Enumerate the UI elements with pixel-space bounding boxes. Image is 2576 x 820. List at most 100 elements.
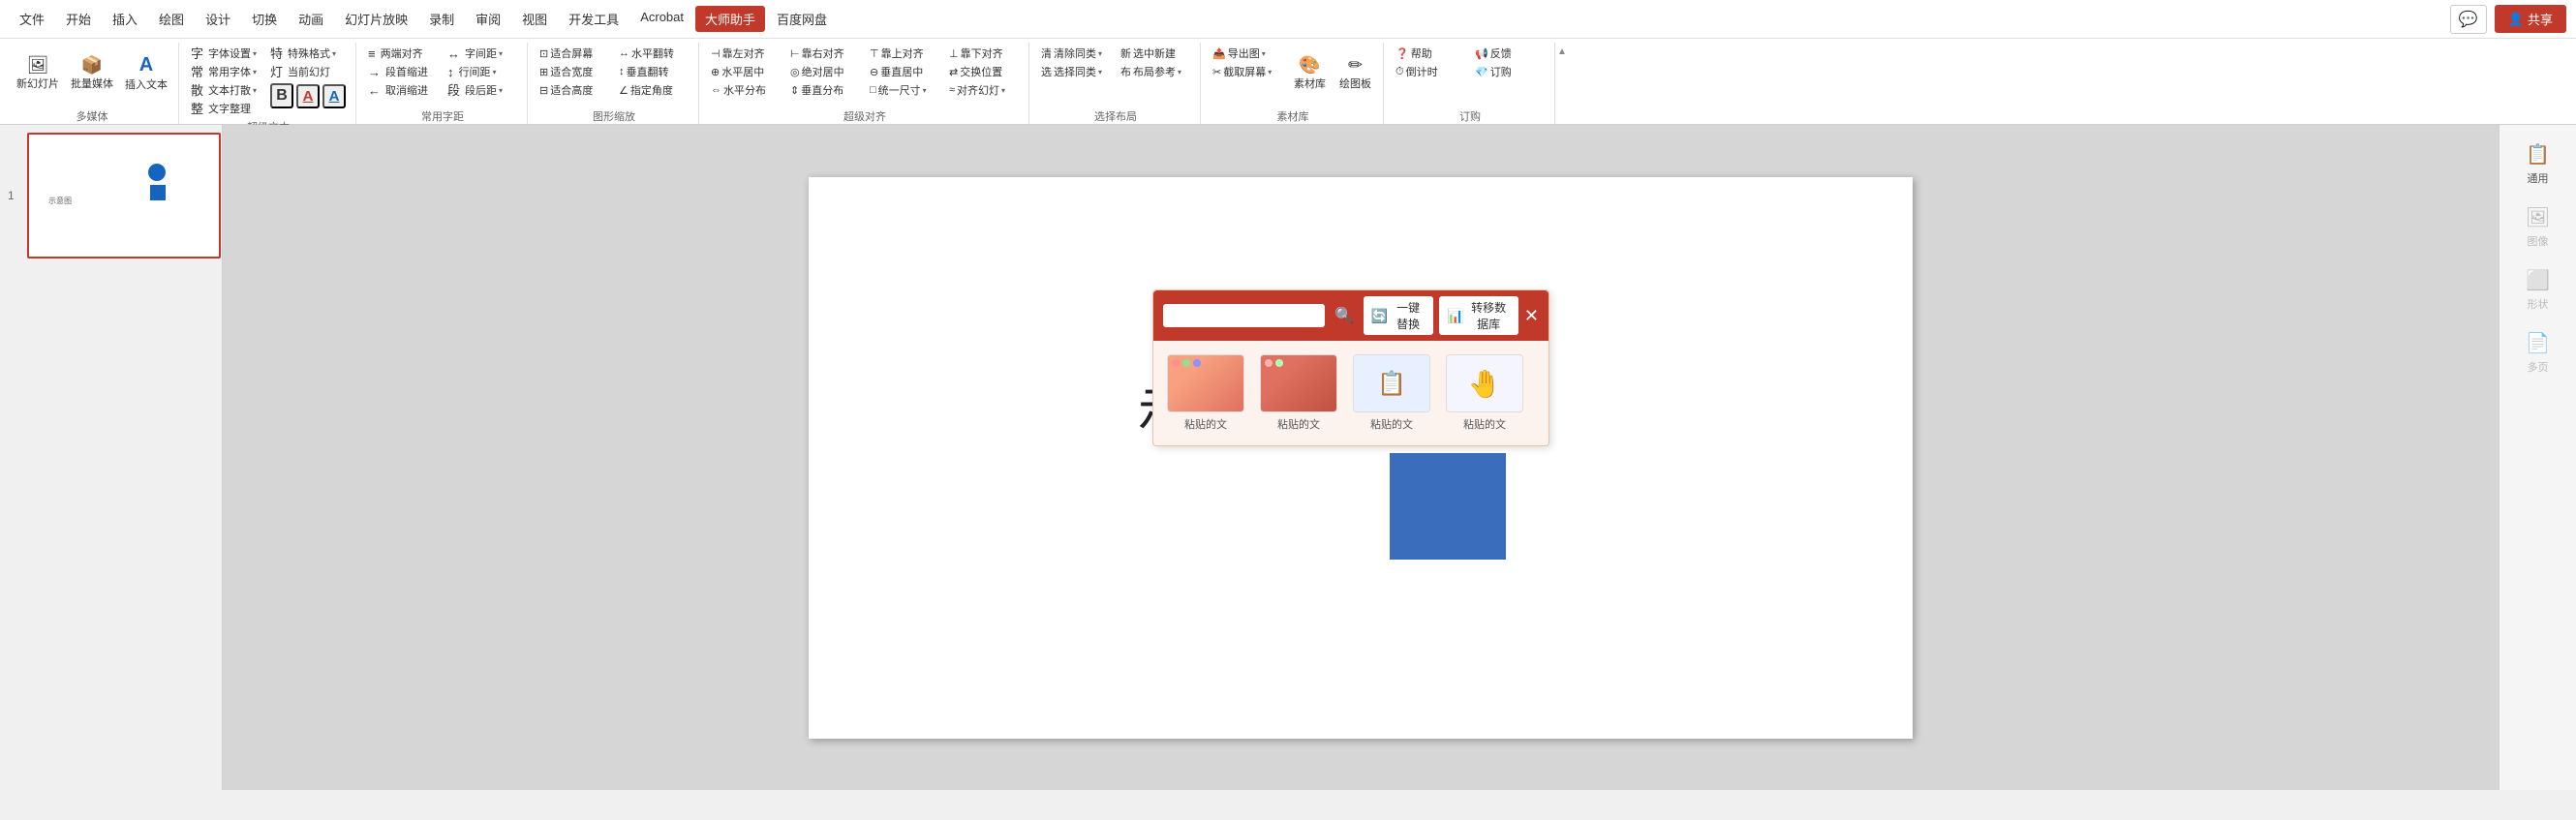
help-btn[interactable]: ❓ 帮助 — [1392, 45, 1469, 62]
indent-dec-btn[interactable]: ← 取消缩进 — [364, 81, 442, 99]
para-spacing-btn[interactable]: 段 段后距 ▾ — [444, 81, 521, 99]
color-blue-button[interactable]: A — [322, 84, 346, 108]
menu-review[interactable]: 审阅 — [466, 6, 510, 32]
paste-item-3[interactable]: 📋 粘贴的文 — [1349, 350, 1434, 436]
color-red-button[interactable]: A — [296, 84, 320, 108]
v-distribute-btn[interactable]: ⇕ 垂直分布 — [786, 81, 864, 99]
floating-panel: 🔍 🔄 一键替换 📊 转移数据库 ✕ — [1152, 289, 1549, 446]
clear-same-btn[interactable]: 清 清除同类 ▾ — [1037, 45, 1115, 62]
menu-acrobat[interactable]: Acrobat — [630, 6, 693, 32]
menu-home[interactable]: 开始 — [56, 6, 101, 32]
sidebar-item-general[interactable]: 📋 通用 — [2504, 135, 2572, 194]
v-center-label: 垂直居中 — [880, 64, 923, 79]
uniform-size-btn[interactable]: □ 统一尺寸 ▾ — [866, 81, 943, 99]
replace-button[interactable]: 🔄 一键替换 — [1364, 296, 1433, 335]
chat-button[interactable]: 💬 — [2450, 5, 2487, 34]
layout-items: 清 清除同类 ▾ 选 选择同类 ▾ 新 选中新建 — [1037, 43, 1194, 106]
indent-dec-label: 取消缩进 — [385, 82, 428, 98]
fit-screen-btn[interactable]: ⊡ 适合屏幕 — [536, 45, 613, 62]
menu-slideshow[interactable]: 幻灯片放映 — [335, 6, 417, 32]
special-format-btn[interactable]: 特 特殊格式 ▾ — [266, 45, 350, 62]
menu-insert[interactable]: 插入 — [103, 6, 147, 32]
menu-draw[interactable]: 绘图 — [149, 6, 194, 32]
panel-search-input[interactable] — [1163, 304, 1325, 327]
font-setting-btn[interactable]: 字 字体设置 ▾ — [187, 45, 264, 62]
feedback-btn[interactable]: 📢 反馈 — [1471, 45, 1549, 62]
menu-transition[interactable]: 切换 — [242, 6, 287, 32]
bold-button[interactable]: B — [270, 83, 293, 108]
paste-item-2[interactable]: 粘贴的文 — [1256, 350, 1341, 436]
subscribe-btn[interactable]: 💎 订购 — [1471, 63, 1549, 80]
v-center-icon: ⊖ — [870, 66, 878, 78]
font-setting-arrow: ▾ — [253, 49, 257, 58]
paste-item-4[interactable]: 🤚 粘贴的文 — [1442, 350, 1527, 436]
align-bottom-icon: ⊥ — [949, 47, 959, 60]
menu-view[interactable]: 视图 — [512, 6, 557, 32]
angle-icon: ∠ — [619, 84, 629, 97]
new-select-btn[interactable]: 新 选中新建 — [1117, 45, 1194, 62]
fit-width-btn[interactable]: ⊞ 适合宽度 — [536, 63, 613, 80]
align-left-btn[interactable]: ⊣ 靠左对齐 — [707, 45, 784, 62]
sidebar-item-multipage[interactable]: 📄 多页 — [2504, 323, 2572, 382]
menu-baidu[interactable]: 百度网盘 — [767, 6, 837, 32]
slide-panel: 1 示意图 — [0, 125, 223, 790]
common-font-btn[interactable]: 常 常用字体 ▾ — [187, 63, 264, 80]
menu-record[interactable]: 录制 — [419, 6, 464, 32]
h-flip-btn[interactable]: ↔ 水平翻转 — [615, 45, 692, 62]
h-distribute-btn[interactable]: ⇔ 水平分布 — [707, 81, 784, 99]
drawing-board-btn[interactable]: ✏ 绘图板 — [1334, 45, 1377, 103]
menu-file[interactable]: 文件 — [10, 6, 54, 32]
material-lib-btn[interactable]: 🎨 素材库 — [1288, 45, 1332, 103]
v-flip-btn[interactable]: ↕ 垂直翻转 — [615, 63, 692, 80]
text-scatter-btn[interactable]: 散 文本打散 ▾ — [187, 81, 264, 99]
sidebar-item-shape[interactable]: ⬜ 形状 — [2504, 260, 2572, 319]
text-arrange-btn[interactable]: 整 文字整理 — [187, 100, 264, 117]
transfer-button[interactable]: 📊 转移数据库 — [1439, 296, 1518, 335]
slide-thumbnail[interactable]: 示意图 — [27, 133, 221, 258]
justify-btn[interactable]: ≡ 两端对齐 — [364, 45, 442, 62]
current-ppt-btn[interactable]: 灯 当前幻灯 — [266, 63, 350, 80]
scale-items: ⊡ 适合屏幕 ⊞ 适合宽度 ⊟ 适合高度 ↔ 水平翻转 — [536, 43, 692, 106]
ribbon-collapse[interactable]: ▲ — [1557, 43, 1567, 124]
angle-btn[interactable]: ∠ 指定角度 — [615, 81, 692, 99]
paste-preview-4: 🤚 — [1446, 354, 1523, 412]
insert-text-btn[interactable]: A 插入文本 — [120, 45, 172, 103]
menu-animation[interactable]: 动画 — [289, 6, 333, 32]
abs-center-btn[interactable]: ◎ 绝对居中 — [786, 63, 864, 80]
align-top-btn[interactable]: ⊤ 靠上对齐 — [866, 45, 943, 62]
panel-search-button[interactable]: 🔍 — [1331, 306, 1358, 325]
panel-close-button[interactable]: ✕ — [1524, 307, 1539, 324]
special-format-label: 特殊格式 — [288, 46, 330, 61]
select-same-btn[interactable]: 选 选择同类 ▾ — [1037, 63, 1115, 80]
select-same-label: 选择同类 — [1054, 64, 1096, 79]
layout-ref-btn[interactable]: 布 布局参考 ▾ — [1117, 63, 1194, 80]
swap-btn[interactable]: ⇄ 交换位置 — [945, 63, 1023, 80]
align-right-btn[interactable]: ⊢ 靠右对齐 — [786, 45, 864, 62]
char-spacing-btn[interactable]: ↔ 字间距 ▾ — [444, 45, 521, 62]
v-center-btn[interactable]: ⊖ 垂直居中 — [866, 63, 943, 80]
menu-design[interactable]: 设计 — [196, 6, 240, 32]
slide-item-1[interactable]: 1 示意图 — [27, 133, 214, 258]
menu-devtools[interactable]: 开发工具 — [559, 6, 629, 32]
scale-col2: ↔ 水平翻转 ↕ 垂直翻转 ∠ 指定角度 — [615, 45, 692, 99]
share-button[interactable]: 👤 共享 — [2495, 5, 2566, 33]
menu-dashi[interactable]: 大师助手 — [695, 6, 765, 32]
sidebar-item-image[interactable]: 🖼 图像 — [2504, 197, 2572, 257]
countdown-btn[interactable]: ⏱ 倒计时 — [1392, 63, 1469, 80]
drawing-label: 绘图板 — [1339, 76, 1371, 91]
paste-item-1[interactable]: 粘贴的文 — [1163, 350, 1248, 436]
slide-canvas[interactable]: 示意图 — [809, 177, 1913, 739]
line-spacing-btn[interactable]: ↕ 行间距 ▾ — [444, 63, 521, 80]
indent-inc-btn[interactable]: → 段首缩进 — [364, 63, 442, 80]
share-label: 共享 — [2528, 10, 2553, 28]
batch-label: 批量媒体 — [71, 76, 113, 91]
h-center-btn[interactable]: ⊕ 水平居中 — [707, 63, 784, 80]
batch-media-btn[interactable]: 📦 批量媒体 — [66, 45, 118, 103]
new-slide-btn[interactable]: 🖼 新幻灯片 — [12, 45, 64, 103]
fit-height-btn[interactable]: ⊟ 适合高度 — [536, 81, 613, 99]
screenshot-btn[interactable]: ✂ 截取屏幕 ▾ — [1209, 63, 1286, 80]
align-bottom-btn[interactable]: ⊥ 靠下对齐 — [945, 45, 1023, 62]
align-bottom-label: 靠下对齐 — [961, 46, 1003, 61]
export-fig-btn[interactable]: 📤 导出图 ▾ — [1209, 45, 1286, 62]
ppt-align-btn[interactable]: ≈ 对齐幻灯 ▾ — [945, 81, 1023, 99]
